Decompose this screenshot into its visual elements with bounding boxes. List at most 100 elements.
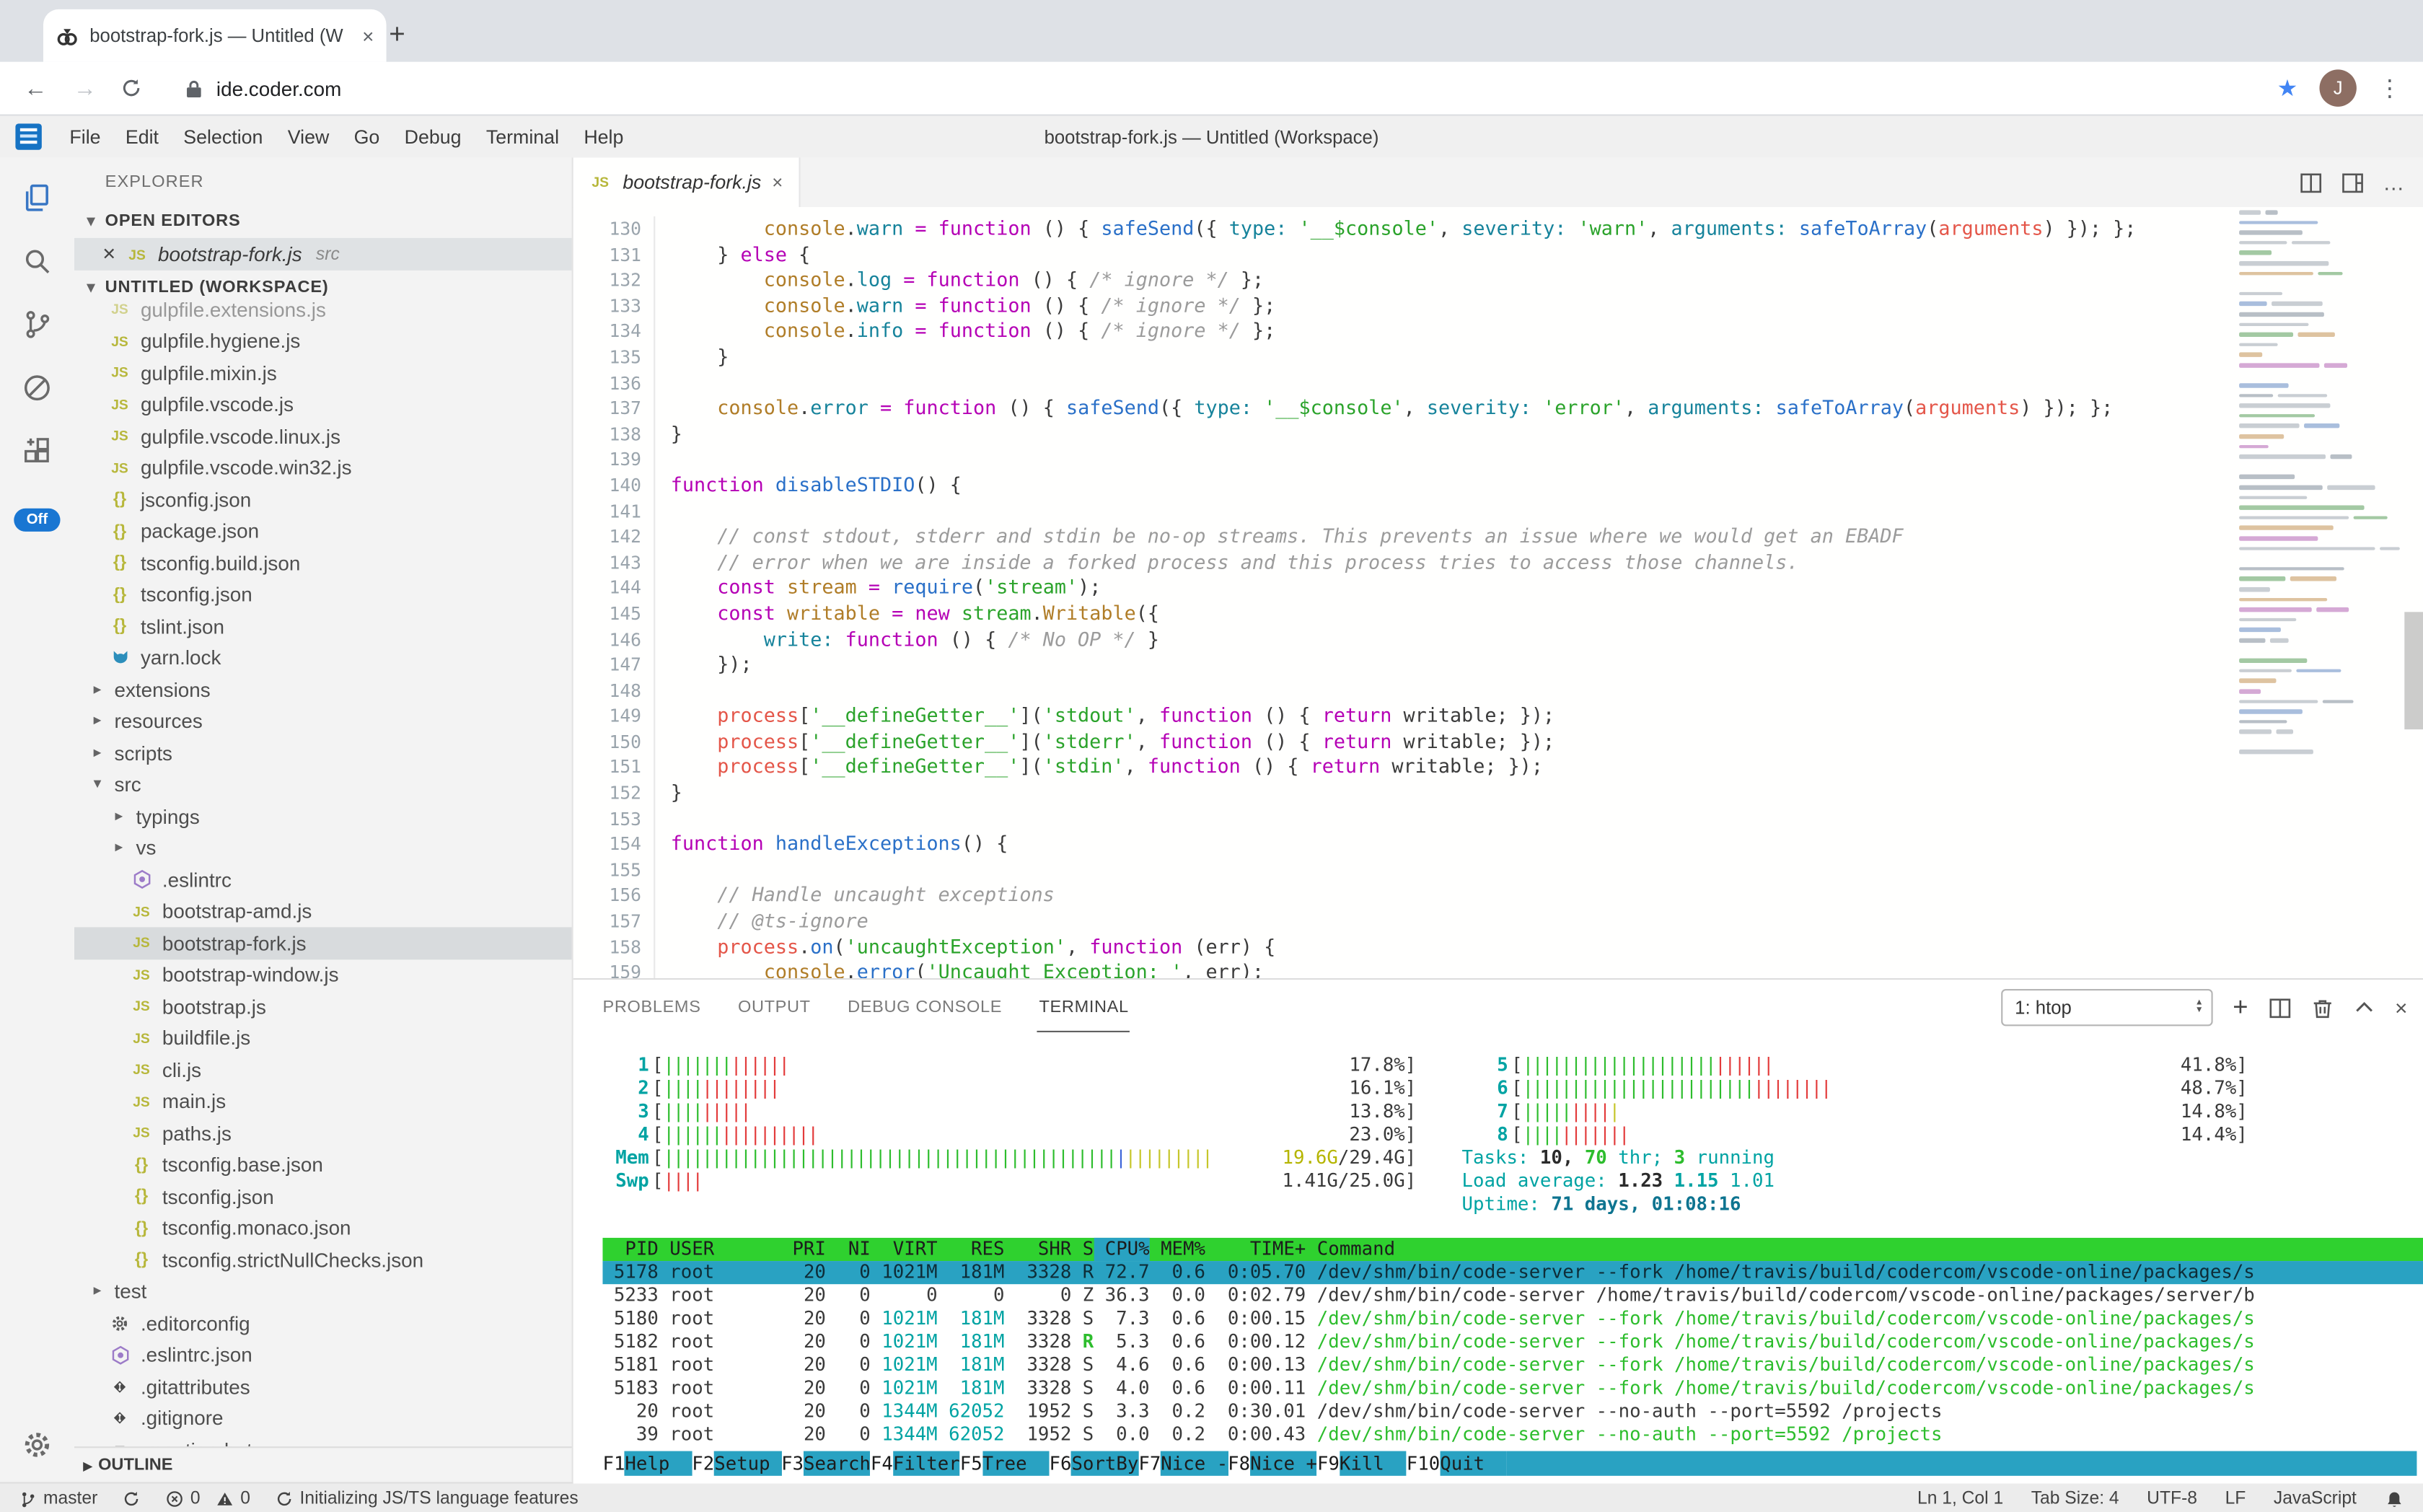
file-item-.eslintrc.json[interactable]: .eslintrc.json <box>74 1339 572 1371</box>
file-item-tslint.json[interactable]: {}tslint.json <box>74 610 572 642</box>
panel-tab-output[interactable]: OUTPUT <box>736 984 812 1032</box>
forward-icon[interactable]: → <box>71 75 100 101</box>
browser-tab[interactable]: bootstrap-fork.js — Untitled (W × <box>43 9 387 62</box>
minimap[interactable] <box>2239 210 2401 760</box>
menu-terminal[interactable]: Terminal <box>474 121 571 152</box>
menu-edit[interactable]: Edit <box>113 121 171 152</box>
json-file-icon: {} <box>130 1153 153 1177</box>
code-editor[interactable]: 130 console.warn = function () { safeSen… <box>573 207 2423 978</box>
file-item-vs[interactable]: ▸vs <box>74 832 572 864</box>
git-branch-indicator[interactable]: master <box>19 1490 98 1510</box>
tab-close-icon[interactable]: × <box>362 24 374 47</box>
settings-gear-icon[interactable] <box>19 1426 56 1463</box>
file-item-gulpfile.mixin.js[interactable]: JSgulpfile.mixin.js <box>74 357 572 389</box>
reload-icon[interactable] <box>120 77 149 99</box>
split-terminal-icon[interactable] <box>2268 996 2291 1019</box>
new-tab-button[interactable]: + <box>377 14 418 54</box>
off-badge[interactable]: Off <box>14 509 61 532</box>
split-editor-icon[interactable] <box>2300 171 2323 194</box>
terminal-select[interactable]: 1: htop ▲▼ <box>2001 989 2212 1026</box>
sync-button[interactable] <box>123 1490 141 1509</box>
editor-tab[interactable]: JS bootstrap-fork.js × <box>573 158 800 208</box>
tab-close-icon[interactable]: × <box>772 172 783 193</box>
outline-section[interactable]: ▸ OUTLINE <box>74 1446 572 1482</box>
menu-selection[interactable]: Selection <box>171 121 275 152</box>
source-control-icon[interactable] <box>19 306 56 343</box>
file-item-tsconfig.json[interactable]: {}tsconfig.json <box>74 1181 572 1213</box>
file-item-tsconfig.json[interactable]: {}tsconfig.json <box>74 579 572 610</box>
code-line: 133 console.warn = function () { /* igno… <box>573 294 2423 320</box>
new-terminal-icon[interactable]: + <box>2233 992 2248 1023</box>
file-item-paths.js[interactable]: JSpaths.js <box>74 1117 572 1149</box>
bookmark-star-icon[interactable]: ★ <box>2277 74 2298 102</box>
panel-tab-terminal[interactable]: TERMINAL <box>1037 984 1130 1032</box>
file-item-bootstrap.js[interactable]: JSbootstrap.js <box>74 990 572 1022</box>
file-item-tsconfig.monaco.json[interactable]: {}tsconfig.monaco.json <box>74 1213 572 1244</box>
layout-icon[interactable] <box>2341 171 2364 194</box>
file-item-bootstrap-window.js[interactable]: JSbootstrap-window.js <box>74 959 572 990</box>
maximize-panel-icon[interactable] <box>2353 997 2375 1019</box>
avatar[interactable]: J <box>2319 69 2356 106</box>
language-status[interactable]: Initializing JS/TS language features <box>275 1490 578 1509</box>
file-item-src[interactable]: ▾src <box>74 769 572 801</box>
debug-icon[interactable] <box>19 369 56 406</box>
file-item-resources[interactable]: ▸resources <box>74 706 572 737</box>
file-item-bootstrap-fork.js[interactable]: JSbootstrap-fork.js <box>74 927 572 959</box>
close-panel-icon[interactable]: × <box>2395 995 2408 1020</box>
file-item-tsconfig.build.json[interactable]: {}tsconfig.build.json <box>74 547 572 579</box>
kill-terminal-icon[interactable] <box>2311 996 2333 1019</box>
explorer-icon[interactable] <box>19 179 56 216</box>
status-lf[interactable]: LF <box>2225 1490 2246 1509</box>
terminal[interactable]: 1[|||||||||||||17.8%]2[||||||||||||16.1%… <box>573 1035 2423 1483</box>
file-item-gulpfile.hygiene.js[interactable]: JSgulpfile.hygiene.js <box>74 325 572 357</box>
file-item-jsconfig.json[interactable]: {}jsconfig.json <box>74 484 572 516</box>
back-icon[interactable]: ← <box>22 75 50 101</box>
status-tab-size-4[interactable]: Tab Size: 4 <box>2031 1490 2119 1509</box>
close-icon[interactable]: ✕ <box>102 244 116 264</box>
url-bar[interactable]: ide.coder.com <box>170 76 2256 100</box>
more-actions-icon[interactable]: … <box>2383 170 2404 195</box>
file-item-gulpfile.extensions.js[interactable]: JSgulpfile.extensions.js <box>74 294 572 325</box>
menu-view[interactable]: View <box>276 121 342 152</box>
file-item-.editorconfig[interactable]: .editorconfig <box>74 1307 572 1339</box>
file-item-cli.js[interactable]: JScli.js <box>74 1054 572 1086</box>
search-icon[interactable] <box>19 242 56 279</box>
file-item-main.js[interactable]: JSmain.js <box>74 1086 572 1117</box>
file-item-bootstrap-amd.js[interactable]: JSbootstrap-amd.js <box>74 895 572 927</box>
htop-info-line: Load average: 1.23 1.15 1.01 <box>1462 1170 2423 1193</box>
editor-scrollbar[interactable] <box>2404 612 2423 729</box>
file-item-.gitignore[interactable]: .gitignore <box>74 1402 572 1434</box>
panel-tab-problems[interactable]: PROBLEMS <box>601 984 702 1032</box>
file-item-.eslintrc[interactable]: .eslintrc <box>74 864 572 896</box>
file-item-test[interactable]: ▸test <box>74 1275 572 1307</box>
file-item-tsconfig.base.json[interactable]: {}tsconfig.base.json <box>74 1149 572 1181</box>
open-editors-section[interactable]: ▾ OPEN EDITORS <box>74 204 572 238</box>
notifications-bell-icon[interactable] <box>2384 1490 2404 1510</box>
code-line: 138} <box>573 421 2423 447</box>
extensions-icon[interactable] <box>19 433 56 470</box>
file-item-tsconfig.strictNullChecks.json[interactable]: {}tsconfig.strictNullChecks.json <box>74 1244 572 1275</box>
open-editor-item[interactable]: ✕ JS bootstrap-fork.js src <box>74 238 572 271</box>
status-javascript[interactable]: JavaScript <box>2274 1490 2357 1509</box>
file-item-buildfile.js[interactable]: JSbuildfile.js <box>74 1022 572 1054</box>
file-item-gulpfile.vscode.linux.js[interactable]: JSgulpfile.vscode.linux.js <box>74 421 572 452</box>
panel-tab-debug-console[interactable]: DEBUG CONSOLE <box>846 984 1003 1032</box>
browser-menu-icon[interactable]: ⋮ <box>2378 74 2401 102</box>
status-utf-8[interactable]: UTF-8 <box>2147 1490 2197 1509</box>
menu-debug[interactable]: Debug <box>392 121 473 152</box>
problems-indicator[interactable]: 0 0 <box>166 1490 250 1509</box>
file-item-yarn.lock[interactable]: yarn.lock <box>74 642 572 674</box>
json-file-icon: {} <box>108 488 131 511</box>
file-item-gulpfile.vscode.win32.js[interactable]: JSgulpfile.vscode.win32.js <box>74 452 572 484</box>
file-item-scripts[interactable]: ▸scripts <box>74 737 572 769</box>
menu-file[interactable]: File <box>57 121 113 152</box>
file-item-gulpfile.vscode.js[interactable]: JSgulpfile.vscode.js <box>74 389 572 421</box>
file-item-package.json[interactable]: {}package.json <box>74 515 572 547</box>
menu-help[interactable]: Help <box>571 121 636 152</box>
file-item-.gitattributes[interactable]: .gitattributes <box>74 1371 572 1402</box>
file-item-.mention-bot[interactable]: ≡.mention-bot <box>74 1434 572 1446</box>
file-item-extensions[interactable]: ▸extensions <box>74 674 572 706</box>
status-ln-1-col-1[interactable]: Ln 1, Col 1 <box>1917 1490 2003 1509</box>
file-item-typings[interactable]: ▸typings <box>74 801 572 832</box>
menu-go[interactable]: Go <box>341 121 392 152</box>
